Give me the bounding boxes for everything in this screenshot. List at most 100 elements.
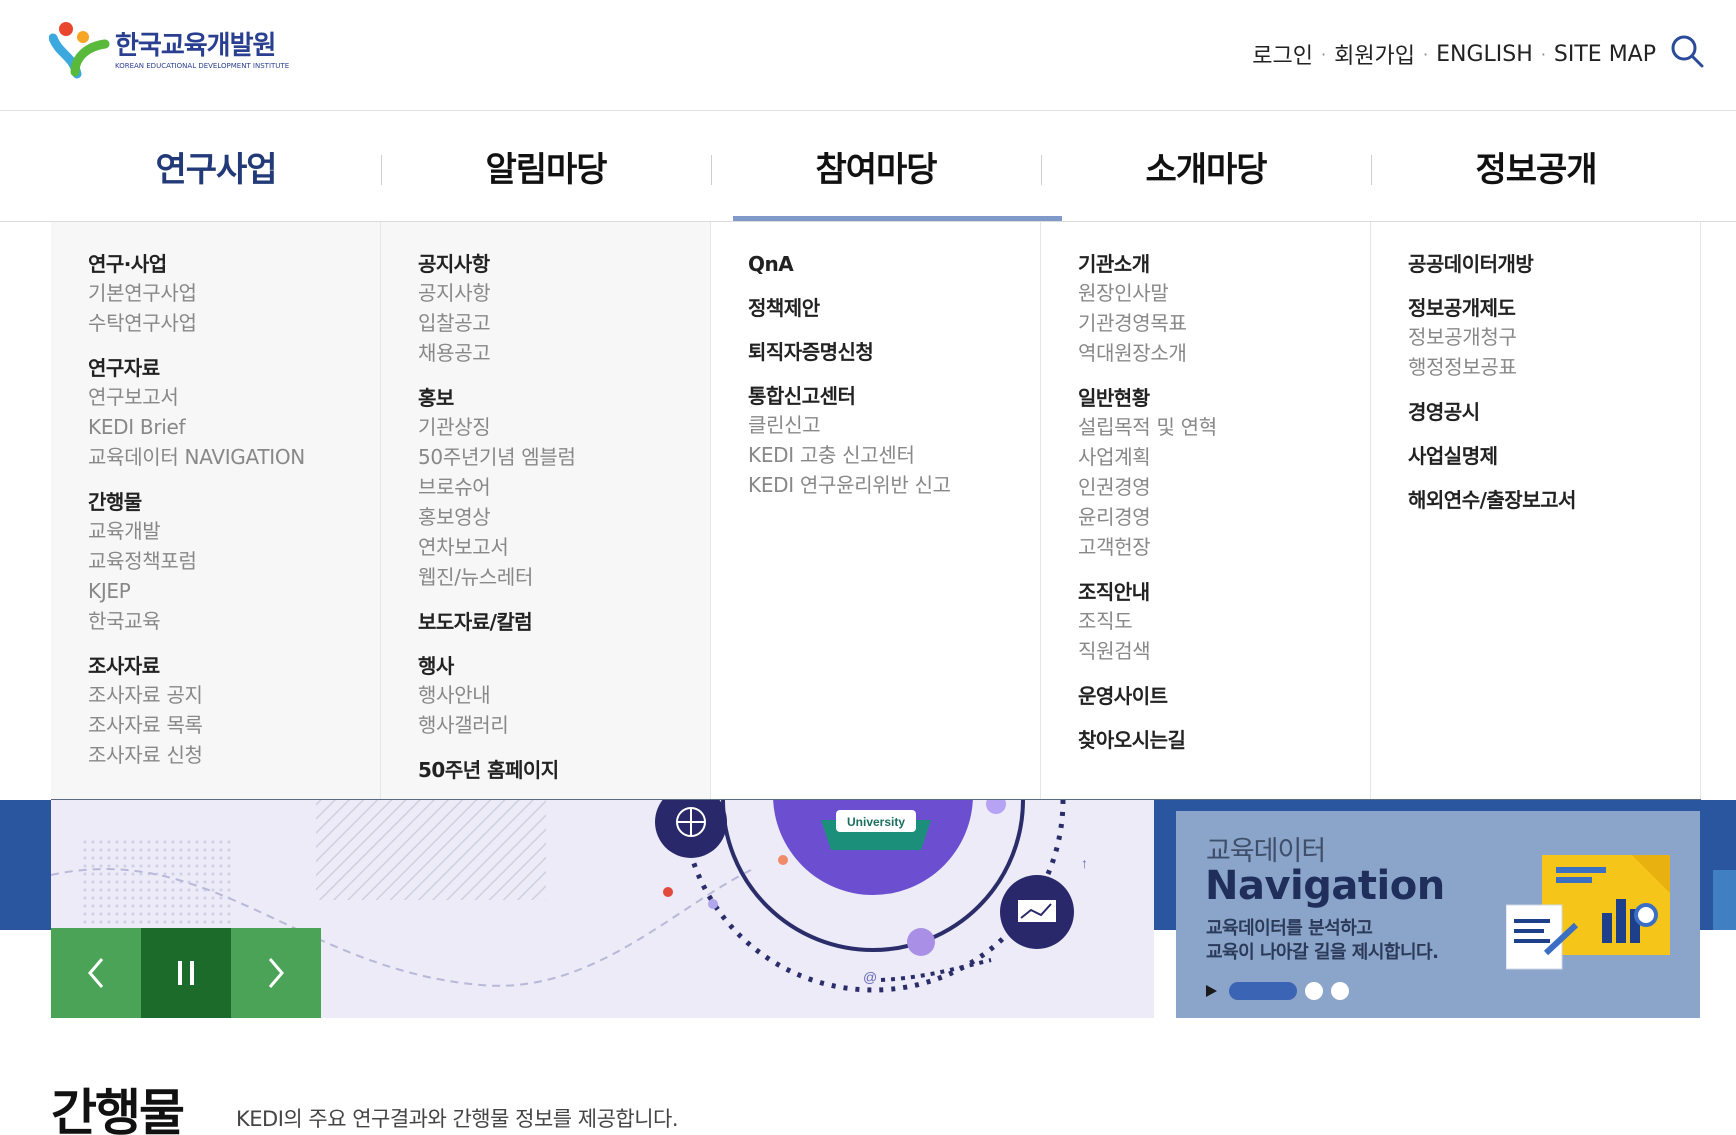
- menu-group: 운영사이트: [1078, 682, 1370, 710]
- menu-group-title[interactable]: 홍보: [418, 384, 710, 412]
- prev-icon: [88, 958, 104, 988]
- menu-group: 행사 행사안내 행사갤러리: [418, 652, 710, 740]
- menu-group: 조사자료 조사자료 공지 조사자료 목록 조사자료 신청: [88, 652, 380, 770]
- banner-title-large: Navigation: [1205, 863, 1445, 909]
- menu-link[interactable]: 사업계획: [1078, 442, 1370, 472]
- gnb-about[interactable]: 소개마당: [1041, 111, 1371, 222]
- menu-link[interactable]: 웹진/뉴스레터: [418, 562, 710, 592]
- signup-link[interactable]: 회원가입: [1334, 38, 1415, 70]
- menu-group-title[interactable]: 연구·사업: [88, 250, 380, 278]
- menu-group-title[interactable]: 공지사항: [418, 250, 710, 278]
- menu-link[interactable]: 한국교육: [88, 606, 380, 636]
- gnb-disclosure[interactable]: 정보공개: [1371, 111, 1701, 222]
- menu-group-title[interactable]: 간행물: [88, 488, 380, 516]
- menu-group-title[interactable]: 조직안내: [1078, 578, 1370, 606]
- menu-group: 연구·사업 기본연구사업 수탁연구사업: [88, 250, 380, 338]
- menu-link[interactable]: 홍보영상: [418, 502, 710, 532]
- next-icon: [268, 958, 284, 988]
- menu-link[interactable]: 직원검색: [1078, 636, 1370, 666]
- utility-nav: 로그인 · 회원가입 · ENGLISH · SITE MAP: [1252, 38, 1656, 70]
- gnb-notice[interactable]: 알림마당: [381, 111, 711, 222]
- mega-column-about: 기관소개 원장인사말 기관경영목표 역대원장소개일반현황 설립목적 및 연혁 사업계획 인권…: [1041, 222, 1371, 799]
- menu-group: 50주년 홈페이지: [418, 756, 710, 784]
- kedi-logo-mark-icon: [48, 20, 111, 80]
- menu-group-title[interactable]: 50주년 홈페이지: [418, 756, 710, 784]
- menu-link[interactable]: 채용공고: [418, 338, 710, 368]
- menu-group-title[interactable]: QnA: [748, 250, 1040, 278]
- menu-group-title[interactable]: 운영사이트: [1078, 682, 1370, 710]
- banner-desc-line2: 교육이 나아갈 길을 제시합니다.: [1206, 942, 1439, 963]
- english-link[interactable]: ENGLISH: [1436, 42, 1533, 67]
- menu-link[interactable]: KEDI 연구윤리위반 신고: [748, 470, 1040, 500]
- menu-link[interactable]: KEDI Brief: [88, 412, 380, 442]
- menu-group-title[interactable]: 찾아오시는길: [1078, 726, 1370, 754]
- menu-link[interactable]: 50주년기념 엠블럼: [418, 442, 710, 472]
- menu-group-title[interactable]: 기관소개: [1078, 250, 1370, 278]
- slide-pause-button[interactable]: [141, 928, 231, 1018]
- menu-link[interactable]: 인권경영: [1078, 472, 1370, 502]
- gnb-research[interactable]: 연구사업: [51, 111, 381, 222]
- menu-link[interactable]: 고객헌장: [1078, 532, 1370, 562]
- menu-link[interactable]: 입찰공고: [418, 308, 710, 338]
- menu-link[interactable]: 조사자료 목록: [88, 710, 380, 740]
- menu-link[interactable]: 원장인사말: [1078, 278, 1370, 308]
- menu-group-title[interactable]: 통합신고센터: [748, 382, 1040, 410]
- pause-icon: [178, 961, 194, 985]
- menu-link[interactable]: 행정정보공표: [1408, 352, 1700, 382]
- menu-link[interactable]: 조사자료 신청: [88, 740, 380, 770]
- menu-link[interactable]: 기관경영목표: [1078, 308, 1370, 338]
- menu-link[interactable]: 교육개발: [88, 516, 380, 546]
- menu-link[interactable]: 조사자료 공지: [88, 680, 380, 710]
- menu-link[interactable]: 윤리경영: [1078, 502, 1370, 532]
- menu-link[interactable]: 기관상징: [418, 412, 710, 442]
- sitemap-link[interactable]: SITE MAP: [1554, 42, 1656, 67]
- menu-link[interactable]: 조직도: [1078, 606, 1370, 636]
- menu-link[interactable]: 브로슈어: [418, 472, 710, 502]
- util-separator: ·: [1320, 44, 1327, 64]
- menu-link[interactable]: 기본연구사업: [88, 278, 380, 308]
- pagination-dot[interactable]: [1331, 982, 1349, 1000]
- menu-link[interactable]: 행사안내: [418, 680, 710, 710]
- menu-link[interactable]: 수탁연구사업: [88, 308, 380, 338]
- pagination-dot[interactable]: [1305, 982, 1323, 1000]
- menu-group-title[interactable]: 정책제안: [748, 294, 1040, 322]
- menu-link[interactable]: 클린신고: [748, 410, 1040, 440]
- menu-group-title[interactable]: 공공데이터개방: [1408, 250, 1700, 278]
- side-strip-decoration: [1713, 870, 1736, 930]
- menu-group: 홍보 기관상징 50주년기념 엠블럼 브로슈어 홍보영상 연차보고서 웹진/뉴스레터: [418, 384, 710, 592]
- menu-link[interactable]: KJEP: [88, 576, 380, 606]
- menu-group-title[interactable]: 경영공시: [1408, 398, 1700, 426]
- menu-group-title[interactable]: 사업실명제: [1408, 442, 1700, 470]
- menu-link[interactable]: 정보공개청구: [1408, 322, 1700, 352]
- menu-link[interactable]: 행사갤러리: [418, 710, 710, 740]
- gnb-participation[interactable]: 참여마당: [711, 111, 1041, 222]
- search-icon[interactable]: [1670, 34, 1704, 68]
- menu-link[interactable]: 역대원장소개: [1078, 338, 1370, 368]
- data-analysis-illustration-icon: [1506, 855, 1670, 970]
- pagination-active-bar[interactable]: [1229, 982, 1297, 1000]
- menu-group-title[interactable]: 보도자료/칼럼: [418, 608, 710, 636]
- play-icon[interactable]: [1206, 985, 1217, 997]
- menu-group-title[interactable]: 조사자료: [88, 652, 380, 680]
- menu-link[interactable]: KEDI 고충 신고센터: [748, 440, 1040, 470]
- login-link[interactable]: 로그인: [1252, 38, 1313, 70]
- edu-data-navigation-banner[interactable]: 교육데이터 Navigation 교육데이터를 분석하고 교육이 나아갈 길을 …: [1176, 811, 1700, 1018]
- menu-group-title[interactable]: 행사: [418, 652, 710, 680]
- menu-group-title[interactable]: 퇴직자증명신청: [748, 338, 1040, 366]
- menu-group: 정보공개제도 정보공개청구 행정정보공표: [1408, 294, 1700, 382]
- site-logo[interactable]: 한국교육개발원 KOREAN EDUCATIONAL DEVELOPMENT I…: [48, 20, 309, 80]
- slide-next-button[interactable]: [231, 928, 321, 1018]
- menu-link[interactable]: 설립목적 및 연혁: [1078, 412, 1370, 442]
- menu-link[interactable]: 연차보고서: [418, 532, 710, 562]
- menu-group-title[interactable]: 일반현황: [1078, 384, 1370, 412]
- slide-prev-button[interactable]: [51, 928, 141, 1018]
- menu-group-title[interactable]: 정보공개제도: [1408, 294, 1700, 322]
- menu-group-title[interactable]: 해외연수/출장보고서: [1408, 486, 1700, 514]
- menu-group: 공지사항 공지사항 입찰공고 채용공고: [418, 250, 710, 368]
- menu-link[interactable]: 연구보고서: [88, 382, 380, 412]
- menu-link[interactable]: 교육정책포럼: [88, 546, 380, 576]
- menu-group-title[interactable]: 연구자료: [88, 354, 380, 382]
- menu-group: 정책제안: [748, 294, 1040, 322]
- menu-link[interactable]: 공지사항: [418, 278, 710, 308]
- menu-link[interactable]: 교육데이터 NAVIGATION: [88, 442, 380, 472]
